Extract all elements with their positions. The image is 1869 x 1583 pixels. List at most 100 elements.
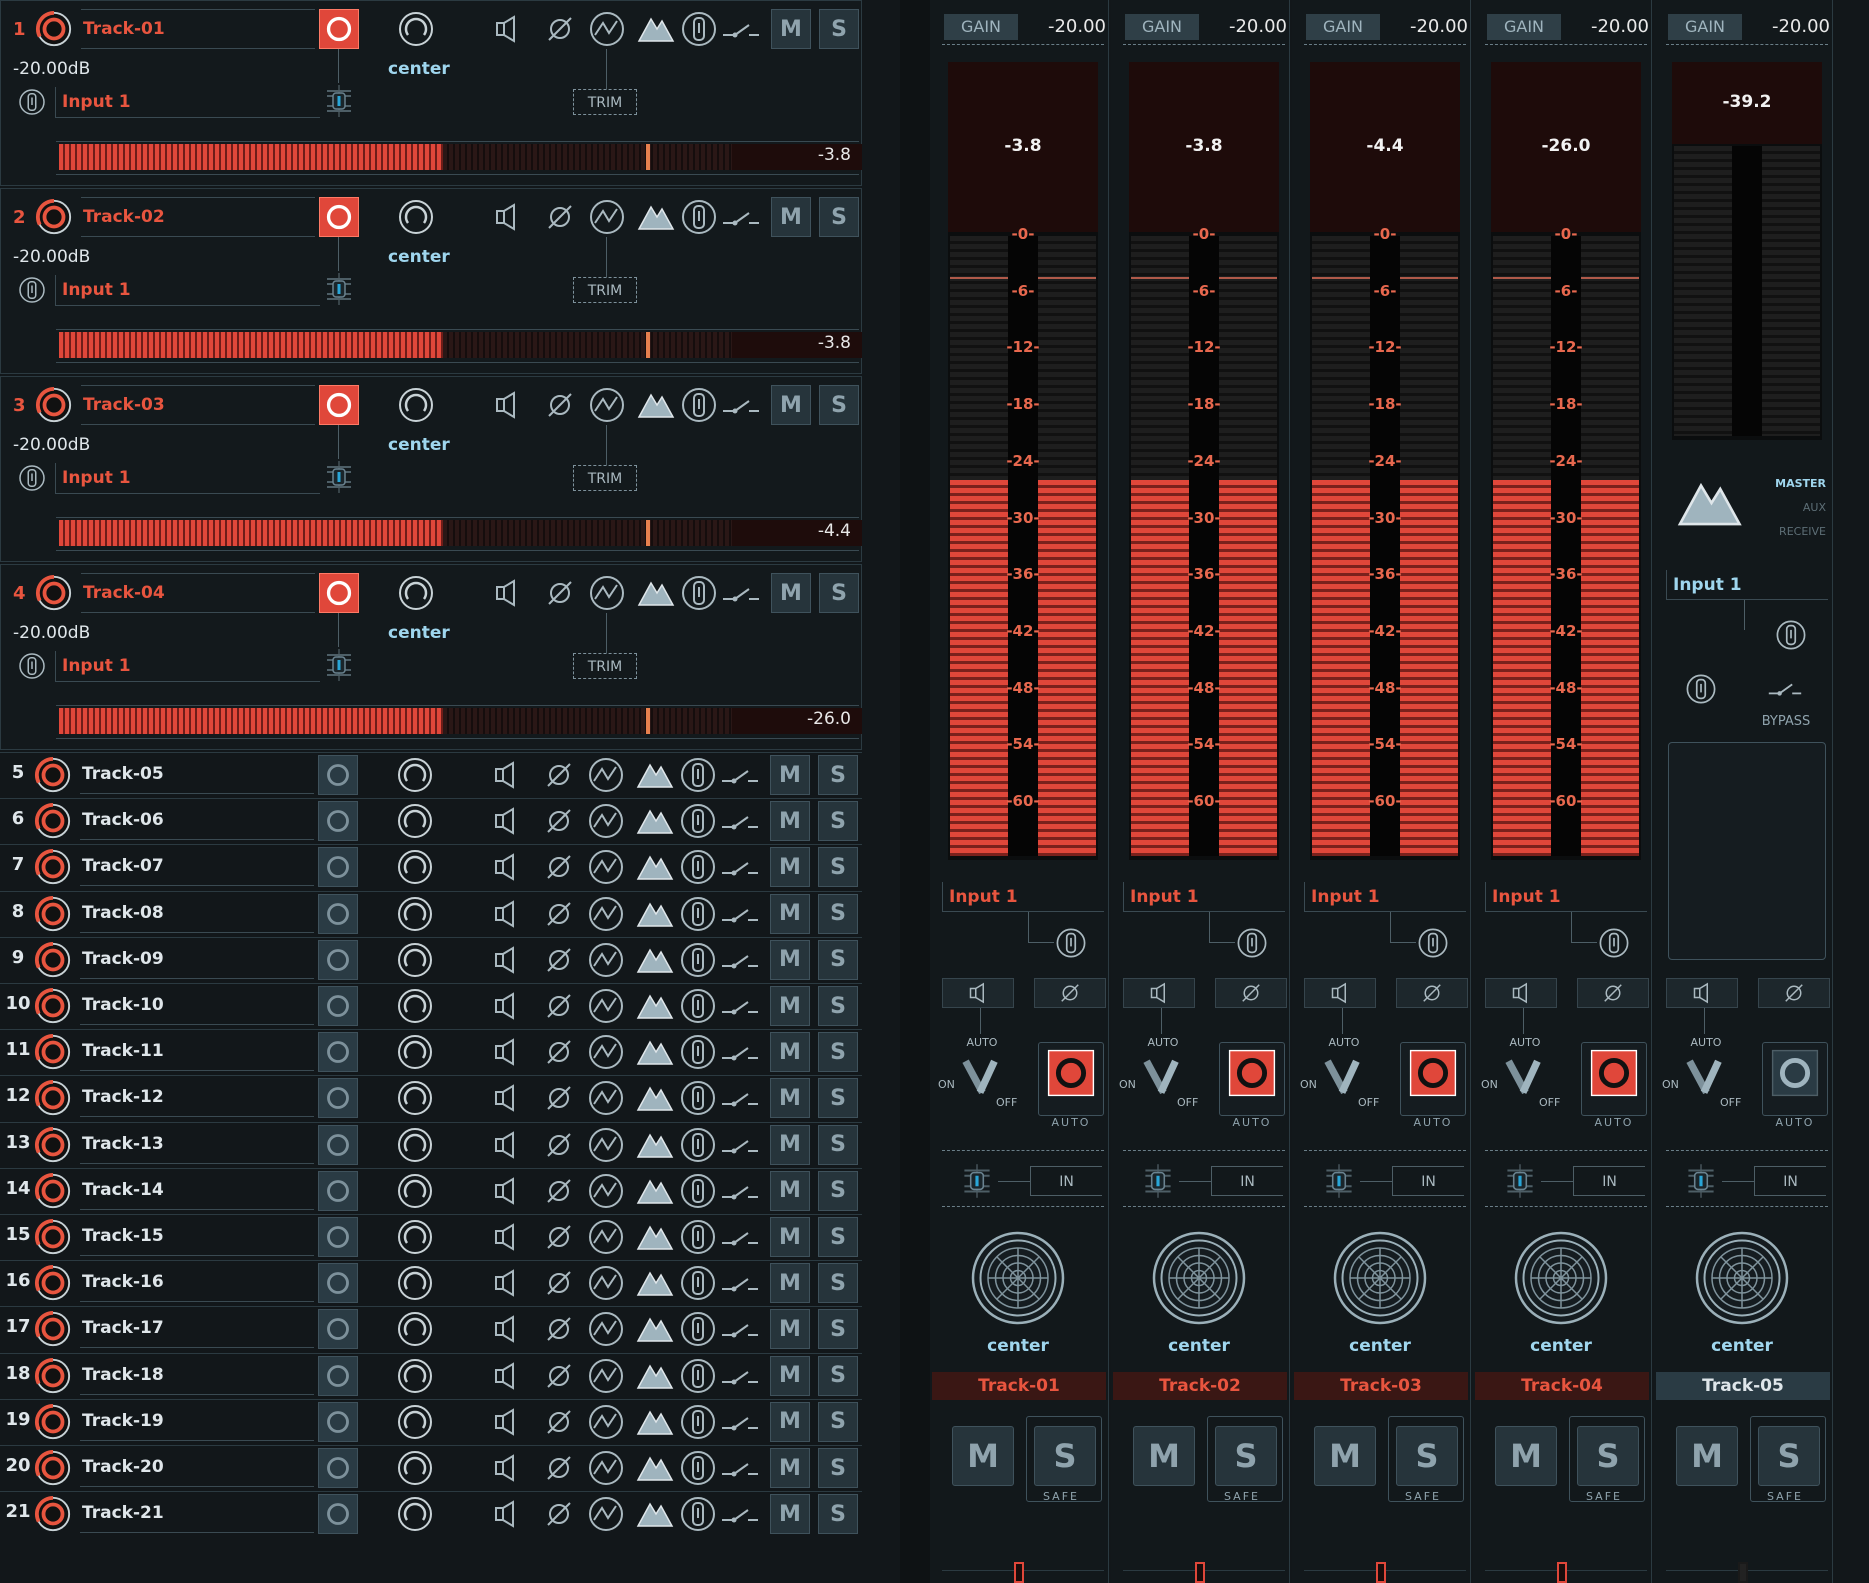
automation-curve-icon[interactable] [586, 986, 626, 1026]
clip-icon[interactable] [678, 1032, 718, 1072]
phase-icon[interactable] [539, 894, 579, 934]
record-arm-button[interactable] [318, 1124, 358, 1165]
clip-icon[interactable] [679, 9, 719, 49]
track-record-icon[interactable] [34, 1495, 72, 1533]
clip-icon[interactable] [678, 1263, 718, 1303]
strip-name[interactable]: Track-01 [932, 1372, 1106, 1400]
phase-button[interactable] [1034, 978, 1106, 1008]
strip-name[interactable]: Track-03 [1294, 1372, 1468, 1400]
input-select[interactable]: Input 1 [55, 87, 320, 118]
solo-button[interactable]: S [819, 9, 859, 49]
record-arm-button[interactable] [319, 385, 359, 425]
insert-switch-icon[interactable] [720, 986, 760, 1026]
pan-knob[interactable] [395, 940, 435, 980]
input-monitor-button[interactable]: IN [1030, 1166, 1102, 1196]
record-arm-button[interactable] [318, 755, 358, 795]
phase-icon[interactable] [539, 1125, 579, 1165]
trim-button[interactable]: TRIM [573, 653, 637, 679]
input-trim-icon[interactable] [1054, 926, 1088, 960]
solo-button[interactable]: S [1758, 1426, 1820, 1486]
record-arm-button[interactable] [318, 1309, 358, 1350]
pan-knob[interactable] [395, 1494, 435, 1534]
automation-curve-icon[interactable] [586, 755, 626, 795]
mountain-icon[interactable] [632, 1309, 676, 1349]
phase-icon[interactable] [539, 1402, 579, 1442]
track-record-icon[interactable] [34, 1079, 72, 1117]
clip-icon[interactable] [678, 1309, 718, 1349]
insert-switch-icon[interactable] [720, 1356, 760, 1396]
clip-icon[interactable] [678, 986, 718, 1026]
mountain-icon[interactable] [632, 1078, 676, 1118]
mountain-icon[interactable] [632, 894, 676, 934]
trim-fader-icon[interactable] [319, 269, 359, 309]
phase-icon[interactable] [539, 1217, 579, 1257]
mountain-icon[interactable] [633, 385, 677, 425]
record-arm-button[interactable] [1581, 1042, 1647, 1116]
automation-curve-icon[interactable] [586, 1171, 626, 1211]
solo-button[interactable]: S [818, 1170, 858, 1211]
input-trim-icon[interactable] [1774, 618, 1808, 652]
trim-button[interactable]: TRIM [573, 89, 637, 115]
mute-button[interactable]: M [770, 893, 810, 934]
input-select[interactable]: Input 1 [55, 275, 320, 306]
mute-button[interactable]: M [770, 1078, 810, 1119]
phase-icon[interactable] [539, 1448, 579, 1488]
mute-button[interactable]: M [770, 1494, 810, 1535]
input-select[interactable]: Input 1 [942, 882, 1104, 912]
mute-button[interactable]: M [1495, 1426, 1557, 1486]
fader-cap[interactable] [1014, 1562, 1024, 1583]
auto-mode-switch[interactable] [1680, 1052, 1728, 1104]
fader-icon[interactable] [1497, 1160, 1543, 1202]
fader-cap[interactable] [1195, 1562, 1205, 1583]
clip-icon[interactable] [678, 894, 718, 934]
speaker-button[interactable] [1485, 978, 1557, 1008]
insert-switch-icon[interactable] [720, 755, 760, 795]
record-arm-button[interactable] [318, 1401, 358, 1442]
track-record-icon[interactable] [35, 386, 73, 424]
record-arm-button[interactable] [318, 893, 358, 934]
track-name[interactable]: Track-06 [80, 801, 314, 841]
input-monitor-button[interactable]: IN [1392, 1166, 1464, 1196]
solo-button[interactable]: S [818, 939, 858, 980]
track-name[interactable]: Track-03 [81, 385, 315, 425]
record-arm-button[interactable] [1400, 1042, 1466, 1116]
pan-knob[interactable] [396, 573, 436, 613]
mute-button[interactable]: M [770, 755, 810, 795]
pan-knob[interactable] [395, 1309, 435, 1349]
fader-icon[interactable] [1678, 1160, 1724, 1202]
clip-icon[interactable] [678, 940, 718, 980]
input-icon[interactable] [17, 651, 47, 681]
clip-icon[interactable] [678, 1217, 718, 1257]
mountain-icon[interactable] [632, 1217, 676, 1257]
mute-button[interactable]: M [770, 939, 810, 980]
input-select[interactable]: Input 1 [1485, 882, 1647, 912]
solo-button[interactable]: S [818, 1124, 858, 1165]
input-select[interactable]: Input 1 [55, 463, 320, 494]
panner-grid[interactable] [1692, 1228, 1792, 1328]
pan-knob[interactable] [395, 847, 435, 887]
record-arm-button[interactable] [318, 939, 358, 980]
insert-switch-icon[interactable] [720, 1494, 760, 1534]
insert-switch-icon[interactable] [720, 1448, 760, 1488]
trim-button[interactable]: TRIM [573, 277, 637, 303]
mute-button[interactable]: M [770, 1448, 810, 1488]
track-record-icon[interactable] [34, 756, 72, 794]
automation-curve-icon[interactable] [586, 1078, 626, 1118]
record-arm-button[interactable] [318, 1494, 358, 1535]
insert-switch-icon[interactable] [720, 1078, 760, 1118]
speaker-icon[interactable] [487, 573, 527, 613]
automation-curve-icon[interactable] [586, 894, 626, 934]
solo-button[interactable]: S [1396, 1426, 1458, 1486]
trim-fader-icon[interactable] [319, 457, 359, 497]
track-name[interactable]: Track-08 [80, 894, 314, 933]
mountain-icon[interactable] [632, 1494, 676, 1534]
auto-mode-switch[interactable] [956, 1052, 1004, 1104]
speaker-icon[interactable] [486, 986, 526, 1026]
insert-switch-icon[interactable] [720, 1263, 760, 1303]
input-select[interactable]: Input 1 [1123, 882, 1285, 912]
insert-switch-icon[interactable] [720, 940, 760, 980]
automation-curve-icon[interactable] [586, 1356, 626, 1396]
gain-value[interactable]: -20.00 [1384, 14, 1468, 40]
insert-switch-icon[interactable] [720, 894, 760, 934]
insert-switch-icon[interactable] [721, 197, 761, 237]
